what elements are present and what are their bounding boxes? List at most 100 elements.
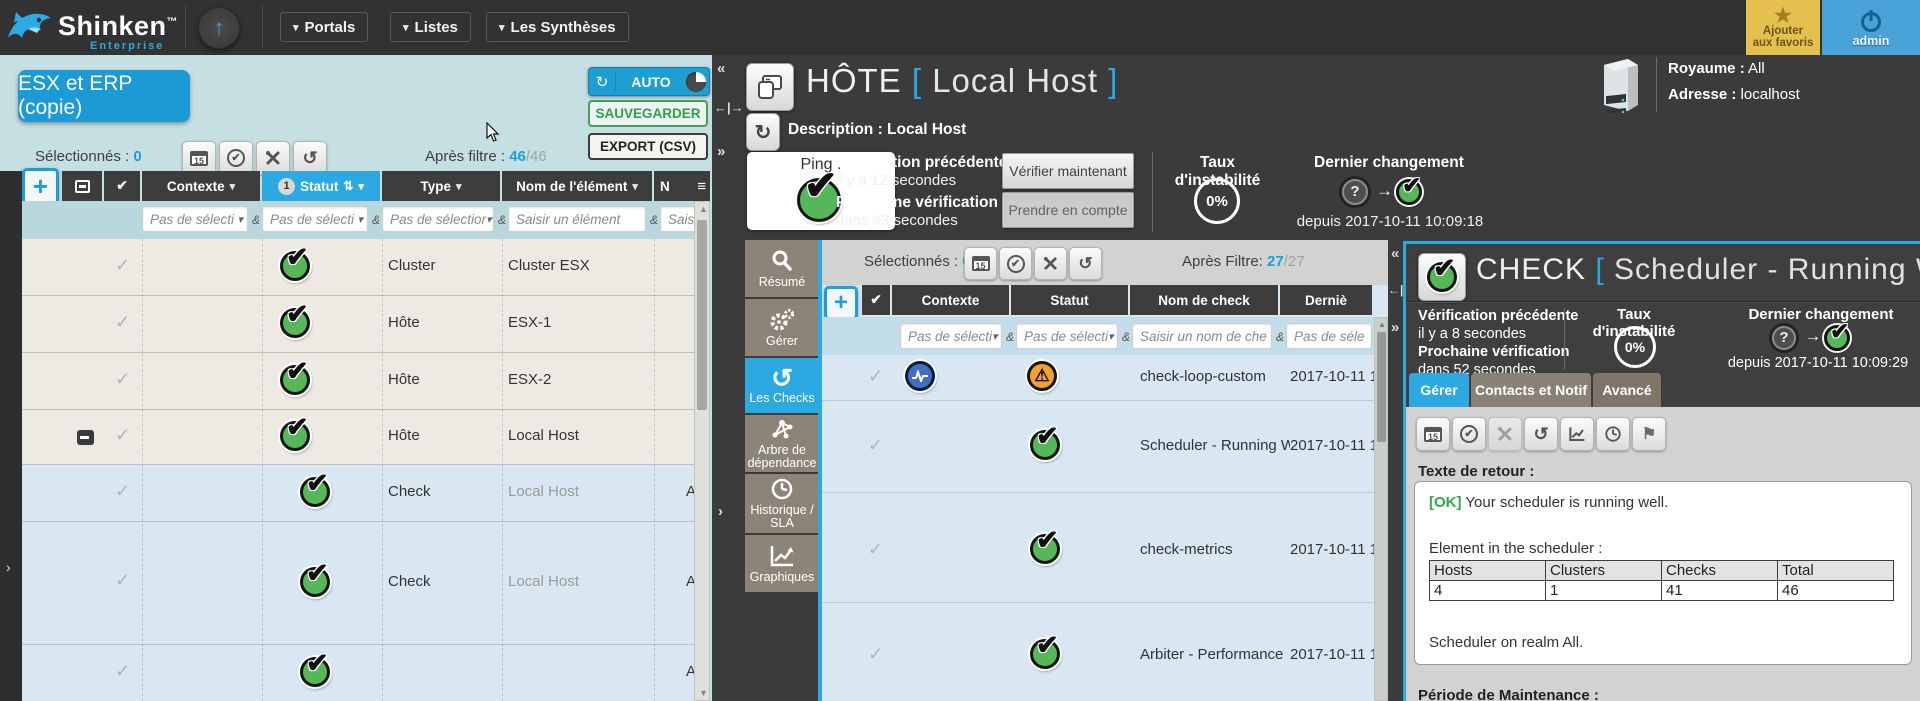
acknowledge-button[interactable]: [219, 141, 253, 175]
acknowledge-button[interactable]: Prendre en compte: [1002, 192, 1134, 228]
sidebar-item-historique-sla[interactable]: Historique / SLA: [745, 474, 819, 533]
filter-derniere[interactable]: Pas de séle: [1286, 323, 1372, 349]
undo-icon: ↺: [1078, 254, 1092, 274]
table-row[interactable]: ✓ Hôte ESX-1: [22, 296, 694, 353]
auto-refresh-toggle[interactable]: ↻ AUTO: [588, 67, 710, 96]
acknowledge-button[interactable]: [1452, 417, 1486, 451]
host-type-button[interactable]: [746, 63, 794, 111]
check-now-button[interactable]: Vérifier maintenant: [1002, 153, 1134, 189]
expand-panel-icon[interactable]: »: [717, 143, 725, 160]
collapse-row-icon[interactable]: [77, 430, 94, 445]
add-favorites-button[interactable]: ★ Ajouteraux favoris: [1746, 0, 1820, 55]
column-nom-check[interactable]: Nom de check: [1130, 285, 1278, 315]
planning-button[interactable]: [1416, 417, 1450, 451]
filter-contexte[interactable]: Pas de sélecti▾: [900, 323, 1002, 349]
table-row[interactable]: ✓ Hôte Local Host: [22, 410, 694, 465]
filter-nom-input[interactable]: Saisir un nom de che: [1132, 323, 1272, 349]
undo-button[interactable]: ↺: [293, 141, 327, 175]
table-row[interactable]: ✓ Hôte ESX-2: [22, 353, 694, 410]
table-row[interactable]: ✓ Cluster Cluster ESX: [22, 239, 694, 296]
check-type-button[interactable]: [1418, 253, 1466, 301]
expand-panel-icon[interactable]: »: [1391, 319, 1399, 336]
divider: [1656, 57, 1657, 112]
collapse-right-panel-icon[interactable]: «: [1391, 245, 1399, 262]
table-row[interactable]: ✓ Check Local Host A: [22, 465, 694, 522]
filter-statut[interactable]: Pas de sélecti▾: [262, 206, 368, 232]
return-text-label: Texte de retour :: [1418, 463, 1534, 480]
column-derniere[interactable]: Derniè: [1280, 285, 1372, 315]
tab-contacts-et-notif[interactable]: Contacts et Notif: [1471, 373, 1591, 407]
filter-statut[interactable]: Pas de sélecti▾: [1016, 323, 1118, 349]
tools-button[interactable]: [256, 141, 290, 175]
menu-listes[interactable]: ▾Listes: [390, 12, 471, 42]
column-collapse[interactable]: [62, 171, 102, 201]
export-csv-button[interactable]: EXPORT (CSV): [588, 133, 708, 160]
refresh-description-button[interactable]: ↻: [746, 113, 780, 151]
column-select-all[interactable]: ✔: [104, 171, 140, 201]
expand-right-icon[interactable]: ›: [6, 559, 11, 575]
column-contexte[interactable]: Contexte: [892, 285, 1009, 315]
pin-button[interactable]: ⚑: [1632, 417, 1666, 451]
column-contexte[interactable]: Contexte▾: [142, 171, 260, 201]
mouse-cursor: [486, 122, 500, 142]
acknowledge-button[interactable]: [999, 247, 1032, 280]
gears-icon: [769, 308, 795, 332]
expand-right-icon[interactable]: ›: [718, 503, 723, 520]
sidebar-item-graphiques[interactable]: Graphiques: [745, 535, 819, 592]
tab-avance[interactable]: Avancé: [1593, 373, 1661, 407]
history-button[interactable]: [1596, 417, 1630, 451]
sidebar-item-gerer[interactable]: Gérer: [745, 299, 819, 356]
divider: [185, 6, 186, 48]
save-button[interactable]: SAUVEGARDER: [588, 100, 708, 127]
filter-contexte[interactable]: Pas de sélecti▾: [142, 206, 248, 232]
check-row[interactable]: ✓ Arbiter - Performance 2017-10-11 1: [822, 602, 1384, 701]
table-row[interactable]: ✓ A: [22, 645, 694, 701]
scrollbar-thumb[interactable]: [1377, 332, 1386, 442]
tools-button[interactable]: [1034, 247, 1067, 280]
menu-les-syntheses[interactable]: ▾Les Synthèses: [486, 12, 629, 42]
add-element-button[interactable]: +: [22, 168, 59, 205]
filter-type[interactable]: Pas de sélectior▾: [382, 206, 494, 232]
undo-button[interactable]: ↺: [1524, 417, 1558, 451]
selected-check-icon: ✓: [115, 661, 130, 682]
resize-panel-icon[interactable]: ←|→: [714, 100, 744, 115]
sidebar-item-resume[interactable]: Résumé: [745, 240, 819, 297]
column-nom-element[interactable]: Nom de l'élément▾: [502, 171, 652, 201]
checks-toolbar: Sélectionnés : 0 ↺ Après Filtre: 27/27: [822, 240, 1388, 285]
sidebar-item-les-checks[interactable]: ↺ Les Checks: [745, 358, 819, 413]
star-icon: ★: [1774, 7, 1792, 25]
list-title-button[interactable]: ESX et ERP (copie): [18, 70, 190, 122]
scroll-down-icon[interactable]: ▼: [699, 688, 708, 698]
planning-button[interactable]: [964, 247, 997, 280]
scrollbar-thumb[interactable]: [697, 220, 707, 410]
scroll-top-button[interactable]: ↑: [198, 7, 240, 49]
column-statut[interactable]: 1 Statut ⇅ ▾: [262, 171, 380, 201]
table-row[interactable]: ✓ Check Local Host A: [22, 522, 694, 645]
check-row[interactable]: ✓ ⚠ check-loop-custom 2017-10-11 1: [822, 355, 1384, 400]
admin-user-button[interactable]: admin: [1822, 0, 1920, 55]
sidebar-item-arbre-de-dependance[interactable]: Arbre de dépendance: [745, 415, 819, 472]
menu-portals[interactable]: ▾Portals: [280, 12, 368, 42]
filter-and: &: [498, 213, 506, 227]
filter-nom-input[interactable]: Saisir un élément: [508, 206, 646, 232]
column-type[interactable]: Type▾: [382, 171, 500, 201]
scroll-up-icon[interactable]: ▲: [1378, 320, 1386, 329]
check-row[interactable]: ✓ Scheduler - Running Well 2017-10-11 1: [822, 400, 1384, 492]
left-table-scrollbar[interactable]: ▲ ▼: [694, 201, 710, 701]
graph-button[interactable]: [1560, 417, 1594, 451]
column-menu-icon[interactable]: ≡: [697, 178, 710, 195]
undo-button[interactable]: ↺: [1069, 247, 1102, 280]
check-panel: CHECK [ Scheduler - Running Well ] Vérif…: [1403, 241, 1920, 701]
add-check-button[interactable]: +: [824, 286, 858, 320]
collapse-left-icon[interactable]: «: [717, 60, 725, 77]
tab-gerer[interactable]: Gérer: [1409, 373, 1469, 407]
column-statut[interactable]: Statut: [1011, 285, 1128, 315]
column-partial[interactable]: N≡: [654, 171, 710, 201]
tools-button[interactable]: [1488, 417, 1522, 451]
check-row[interactable]: ✓ check-metrics 2017-10-11 1: [822, 492, 1384, 602]
status-ok-icon: [280, 251, 310, 281]
planning-button[interactable]: [182, 141, 216, 175]
scroll-up-icon[interactable]: ▲: [699, 204, 708, 214]
checks-scrollbar[interactable]: ▲: [1374, 317, 1388, 701]
column-select-all[interactable]: ✔: [862, 285, 890, 315]
